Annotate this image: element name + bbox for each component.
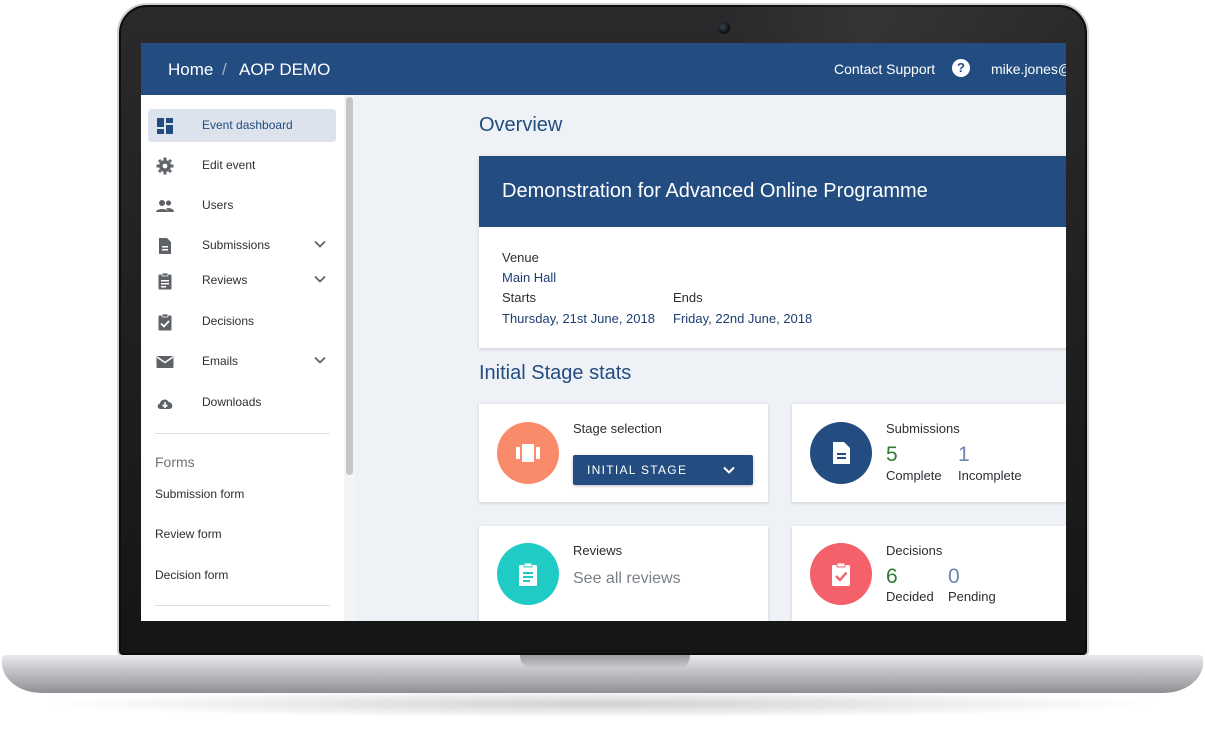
gear-icon (156, 157, 174, 175)
chevron-down-icon[interactable] (313, 237, 327, 251)
breadcrumb-event[interactable]: AOP DEMO (239, 60, 330, 80)
stage-circle (497, 422, 559, 484)
stage-selection-title: Stage selection (573, 421, 662, 436)
sidebar-item-users[interactable]: Users (148, 189, 336, 222)
webcam-icon (718, 22, 730, 34)
sidebar-item-label: Users (202, 198, 234, 212)
clipboard-icon (519, 562, 537, 586)
help-icon[interactable]: ? (952, 59, 970, 77)
sidebar-item-label: Event dashboard (202, 118, 293, 132)
reviews-circle (497, 543, 559, 605)
dashboard-icon (157, 118, 173, 134)
starts-label: Starts (502, 290, 536, 305)
stage-select-dropdown[interactable]: INITIAL STAGE (573, 455, 753, 485)
laptop-notch (520, 655, 690, 668)
ends-label: Ends (673, 290, 703, 305)
submissions-incomplete-count: 1 (958, 443, 970, 466)
document-icon (833, 442, 850, 464)
sidebar-divider (155, 433, 330, 434)
cloud-download-icon (157, 399, 173, 409)
sidebar-item-label: Edit event (202, 158, 256, 172)
breadcrumb-separator: / (222, 60, 227, 79)
decisions-title: Decisions (886, 543, 943, 558)
chevron-down-icon (723, 466, 735, 474)
sidebar-item-edit-event[interactable]: Edit event (148, 149, 336, 182)
laptop-shadow (40, 690, 1165, 718)
mail-icon (156, 356, 174, 368)
sidebar-item-label: Downloads (202, 395, 262, 409)
venue-value: Main Hall (502, 270, 557, 285)
sidebar-item-submissions[interactable]: Submissions (148, 229, 336, 262)
reviews-title: Reviews (573, 543, 623, 558)
sidebar-item-decision-form[interactable]: Decision form (155, 568, 228, 582)
sidebar-item-submission-form[interactable]: Submission form (155, 487, 244, 501)
overview-heading: Overview (479, 114, 563, 136)
sidebar-item-label: Submissions (202, 238, 271, 252)
sidebar-item-decisions[interactable]: Decisions (148, 305, 336, 338)
sidebar-item-emails[interactable]: Emails (148, 345, 336, 378)
clipboard-icon (158, 272, 172, 290)
lid-shine (719, 5, 1091, 45)
people-icon (156, 200, 174, 212)
submissions-complete-count: 5 (886, 443, 898, 466)
contact-support-link[interactable]: Contact Support (834, 61, 935, 77)
submissions-complete-label: Complete (886, 468, 942, 483)
sidebar-item-review-form[interactable]: Review form (155, 527, 222, 541)
chevron-down-icon[interactable] (313, 353, 327, 367)
clipboard-check-icon (158, 313, 172, 331)
starts-value: Thursday, 21st June, 2018 (502, 311, 655, 326)
stage-selection-card: Stage selection INITIAL STAGE (479, 404, 768, 502)
decisions-circle (810, 543, 872, 605)
top-bar: Home / AOP DEMO Contact Support ? mike.j… (141, 43, 1066, 95)
sidebar-item-event-dashboard[interactable]: Event dashboard (148, 109, 336, 142)
sidebar-item-label: Decisions (202, 314, 255, 328)
event-card: Demonstration for Advanced Online Progra… (479, 156, 1066, 348)
breadcrumb-home[interactable]: Home (168, 60, 213, 80)
submissions-incomplete-label: Incomplete (958, 468, 1022, 483)
app-screen: Home / AOP DEMO Contact Support ? mike.j… (141, 43, 1066, 621)
clipboard-check-icon (832, 562, 850, 586)
decisions-card[interactable]: Decisions 6 Decided 0 Pending (792, 526, 1066, 621)
ends-value: Friday, 22nd June, 2018 (673, 311, 813, 326)
sidebar-item-label: Emails (202, 354, 239, 368)
sidebar-divider (155, 605, 330, 606)
sidebar-item-reviews[interactable]: Reviews (148, 264, 336, 297)
see-all-reviews-link[interactable]: See all reviews (573, 570, 681, 588)
sidebar-item-downloads[interactable]: Downloads (148, 386, 336, 419)
stage-select-value: INITIAL STAGE (587, 463, 688, 477)
submissions-card[interactable]: Submissions 5 Complete 1 Incomplete (792, 404, 1066, 502)
decisions-decided-label: Decided (886, 589, 934, 604)
sidebar-scrollbar-thumb[interactable] (346, 97, 353, 475)
sidebar-item-label: Reviews (202, 273, 248, 287)
laptop-base (2, 655, 1203, 693)
decisions-decided-count: 6 (886, 565, 898, 588)
document-icon (159, 238, 171, 254)
venue-label: Venue (502, 250, 539, 265)
decisions-pending-label: Pending (948, 589, 996, 604)
user-menu[interactable]: mike.jones@ (991, 61, 1066, 77)
submissions-circle (810, 422, 872, 484)
reviews-card[interactable]: Reviews See all reviews (479, 526, 768, 621)
forms-heading: Forms (155, 454, 195, 470)
submissions-title: Submissions (886, 421, 960, 436)
chevron-down-icon[interactable] (313, 272, 327, 286)
decisions-pending-count: 0 (948, 565, 960, 588)
sidebar: Event dashboard Edit event Users Submiss… (141, 95, 355, 621)
event-title: Demonstration for Advanced Online Progra… (502, 180, 928, 202)
event-card-header: Demonstration for Advanced Online Progra… (479, 156, 1066, 227)
view-carousel-icon (516, 444, 540, 462)
stats-heading: Initial Stage stats (479, 362, 632, 384)
